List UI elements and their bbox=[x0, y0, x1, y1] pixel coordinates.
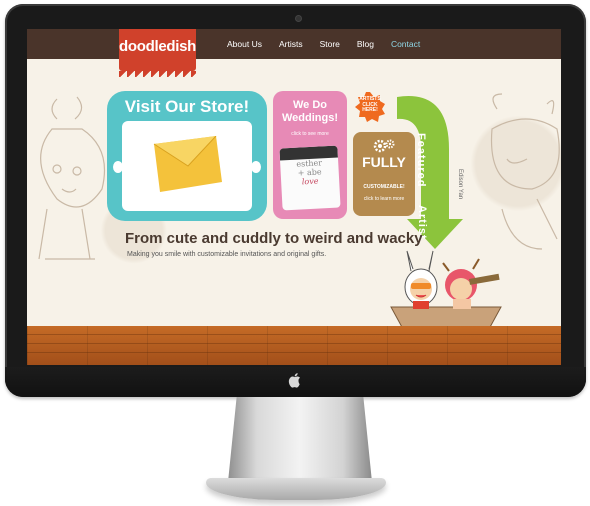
left-sketch-character bbox=[38, 96, 106, 260]
apple-logo-icon bbox=[288, 373, 300, 388]
monitor-stand bbox=[228, 397, 372, 482]
floor-plank-line bbox=[27, 352, 561, 353]
camera-dot bbox=[296, 16, 301, 21]
store-title: Visit Our Store! bbox=[124, 97, 250, 116]
screen: doodledish About Us Artists Store Blog C… bbox=[27, 29, 561, 365]
envelope-image bbox=[153, 136, 222, 192]
nav-contact[interactable]: Contact bbox=[391, 39, 420, 49]
wedding-card-line: love bbox=[301, 176, 319, 187]
featured-artist-name[interactable]: Edison Yan bbox=[457, 169, 463, 199]
visit-store-panel[interactable]: Visit Our Store! bbox=[107, 91, 267, 221]
wedding-card-image: esther + abe love bbox=[279, 145, 341, 211]
wooden-floor bbox=[27, 326, 561, 365]
store-slideshow bbox=[122, 121, 252, 211]
slideshow-prev-button[interactable] bbox=[113, 161, 123, 173]
weddings-title: We Do Weddings! bbox=[273, 99, 347, 125]
weddings-title-line2: Weddings! bbox=[281, 112, 338, 124]
badge-text: ARTISTS CLICK HERE! bbox=[358, 96, 382, 114]
weddings-panel[interactable]: We Do Weddings! click to see more esther… bbox=[273, 91, 347, 219]
site-logo[interactable]: doodledish bbox=[119, 29, 196, 77]
nav-about-us[interactable]: About Us bbox=[227, 39, 262, 49]
weddings-title-line1: We Do bbox=[292, 99, 328, 111]
featured-label: Featured bbox=[415, 133, 427, 188]
logo-text: doodledish bbox=[119, 38, 196, 55]
sub-tagline: Making you smile with customizable invit… bbox=[127, 251, 327, 258]
weddings-cta[interactable]: click to see more bbox=[273, 131, 347, 137]
monitor-stand-base bbox=[206, 478, 386, 500]
nav-store[interactable]: Store bbox=[320, 39, 340, 49]
nav-blog[interactable]: Blog bbox=[357, 39, 374, 49]
floor-plank-line bbox=[27, 343, 561, 344]
tagline: From cute and cuddly to weird and wacky bbox=[125, 230, 423, 247]
site-header: doodledish About Us Artists Store Blog C… bbox=[27, 29, 561, 77]
nav-artists[interactable]: Artists bbox=[279, 39, 303, 49]
main-nav: About Us Artists Store Blog Contact bbox=[227, 29, 420, 59]
floor-plank-line bbox=[27, 334, 561, 335]
slideshow-next-button[interactable] bbox=[251, 161, 261, 173]
badge-line: HERE! bbox=[362, 107, 378, 113]
